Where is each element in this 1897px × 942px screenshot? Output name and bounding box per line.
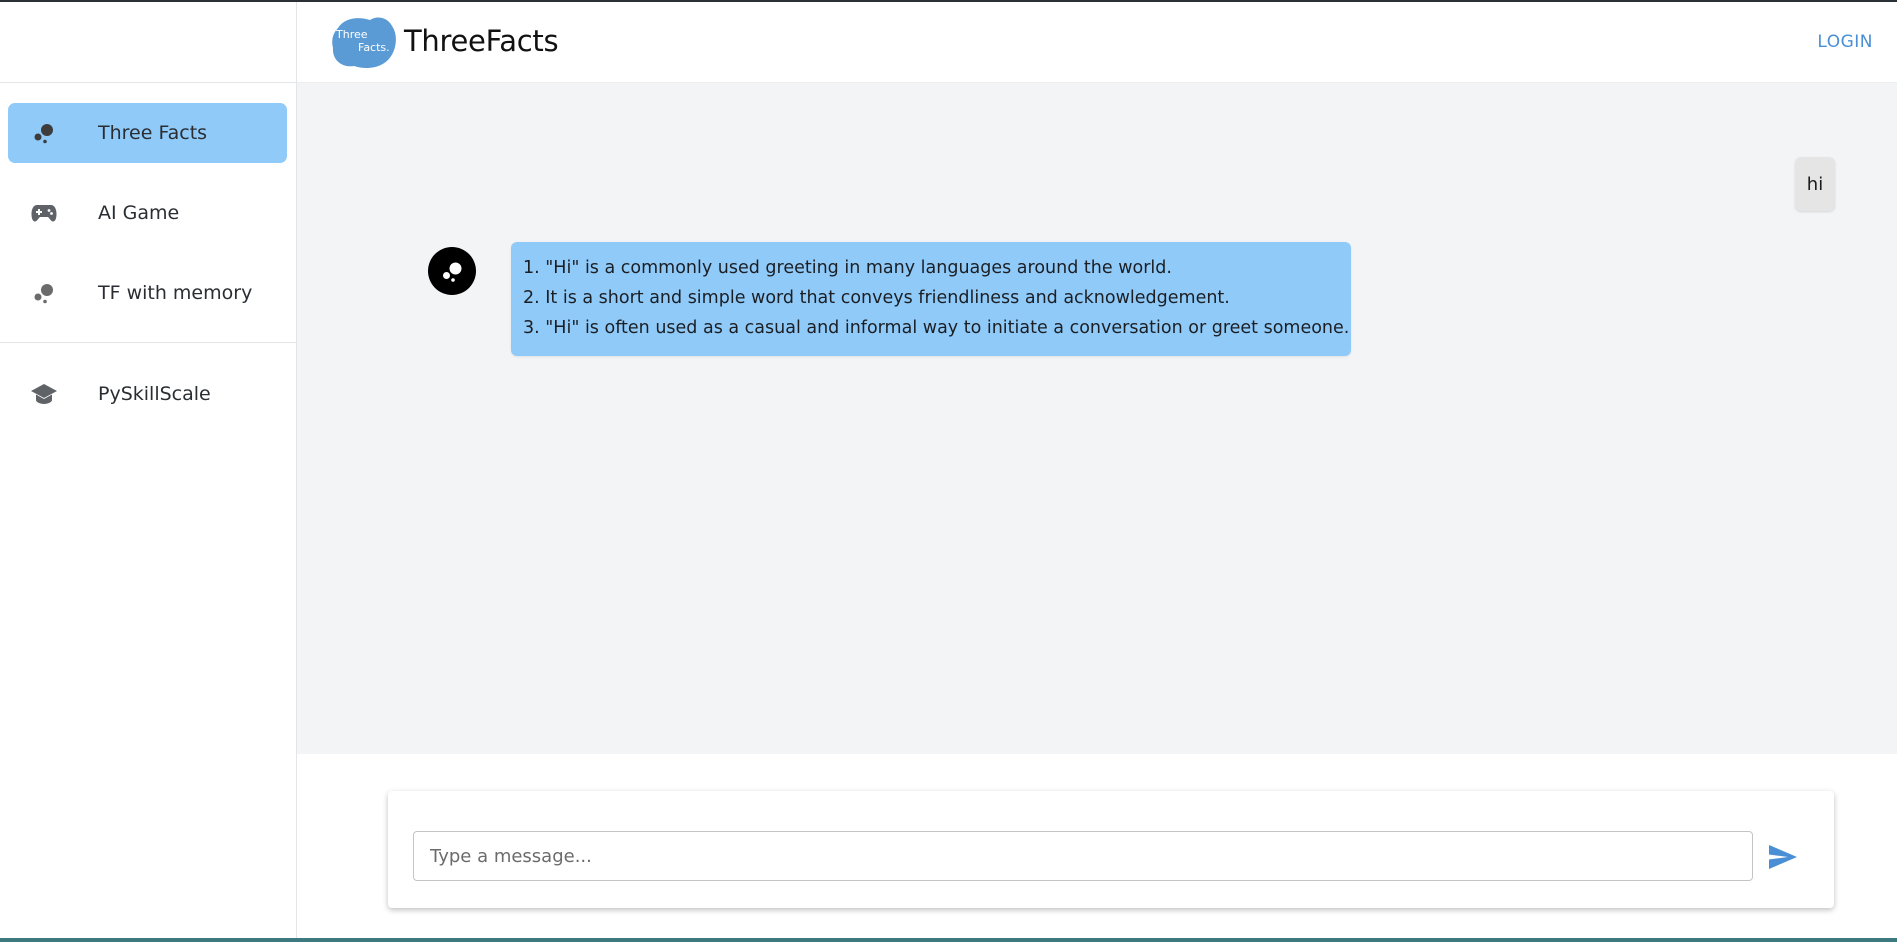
bubbles-icon xyxy=(30,281,58,305)
bubbles-icon xyxy=(443,262,462,282)
sidebar-item-label: PySkillScale xyxy=(98,383,211,405)
sidebar-item-tf-with-memory[interactable]: TF with memory xyxy=(8,263,287,323)
composer-area xyxy=(297,754,1897,938)
send-icon xyxy=(1769,845,1797,869)
user-message: hi xyxy=(1795,157,1835,211)
sidebar-item-label: TF with memory xyxy=(98,282,253,304)
logo-text-line1: Three xyxy=(335,28,368,41)
fact-line: 3. "Hi" is often used as a casual and in… xyxy=(523,318,1350,338)
sidebar: Three Facts AI Game TF with memory PySki… xyxy=(0,2,297,938)
app-header: Three Facts. ThreeFacts LOGIN xyxy=(297,2,1897,83)
brand-logo[interactable]: Three Facts. xyxy=(330,14,400,70)
sidebar-item-pyskillscale[interactable]: PySkillScale xyxy=(8,364,287,424)
assistant-message: 1. "Hi" is a commonly used greeting in m… xyxy=(511,242,1351,356)
send-button[interactable] xyxy=(1764,839,1802,875)
chat-area: hi 1. "Hi" is a commonly used greeting i… xyxy=(297,83,1897,754)
sidebar-item-ai-game[interactable]: AI Game xyxy=(8,183,287,243)
sidebar-header xyxy=(0,2,296,83)
fact-line: 1. "Hi" is a commonly used greeting in m… xyxy=(523,258,1172,278)
sidebar-divider xyxy=(0,342,296,343)
gamepad-icon xyxy=(30,201,58,225)
assistant-avatar xyxy=(428,247,476,295)
sidebar-item-label: AI Game xyxy=(98,202,180,224)
fact-line: 2. It is a short and simple word that co… xyxy=(523,288,1230,308)
brand-name[interactable]: ThreeFacts xyxy=(404,24,559,58)
sidebar-item-three-facts[interactable]: Three Facts xyxy=(8,103,287,163)
message-input[interactable] xyxy=(413,831,1753,881)
login-button[interactable]: LOGIN xyxy=(1817,32,1873,52)
bubbles-icon xyxy=(30,121,58,145)
graduation-cap-icon xyxy=(30,382,58,406)
window-bottom-edge xyxy=(0,938,1897,942)
logo-text-line2: Facts. xyxy=(358,41,390,54)
composer-card xyxy=(388,791,1834,908)
sidebar-item-label: Three Facts xyxy=(98,122,208,144)
